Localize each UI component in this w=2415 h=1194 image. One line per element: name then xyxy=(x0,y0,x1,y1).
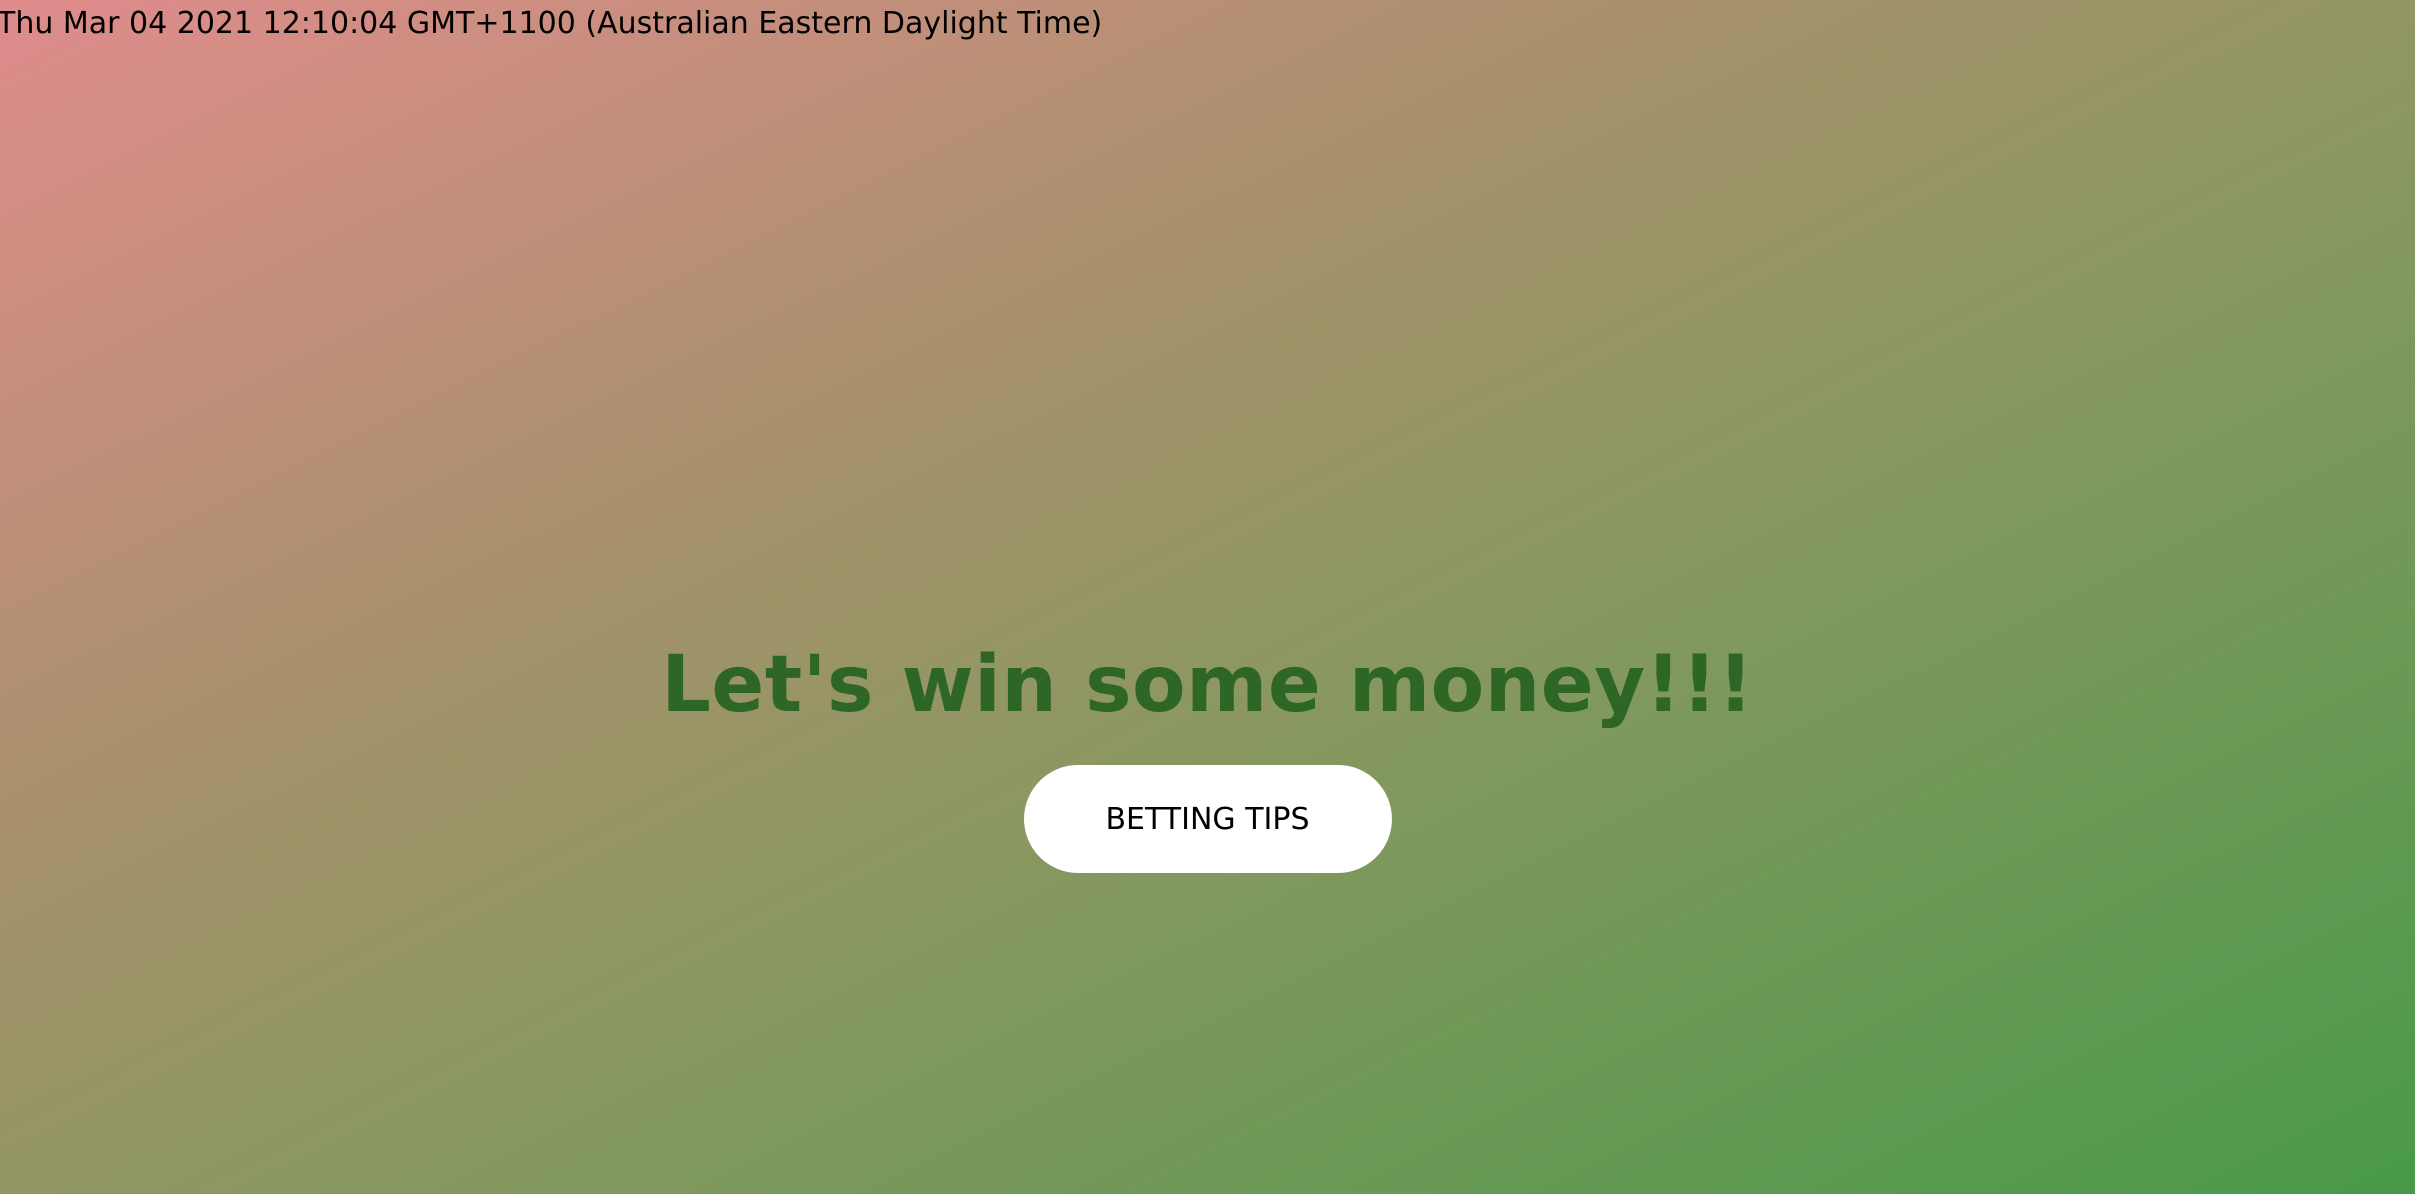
datetime-text: Thu Mar 04 2021 12:10:04 GMT+1100 (Austr… xyxy=(0,6,1103,41)
betting-tips-button[interactable]: BETTING TIPS xyxy=(1023,765,1392,873)
hero-section: Let's win some money!!! BETTING TIPS xyxy=(0,630,2415,873)
headline: Let's win some money!!! xyxy=(661,640,1754,730)
